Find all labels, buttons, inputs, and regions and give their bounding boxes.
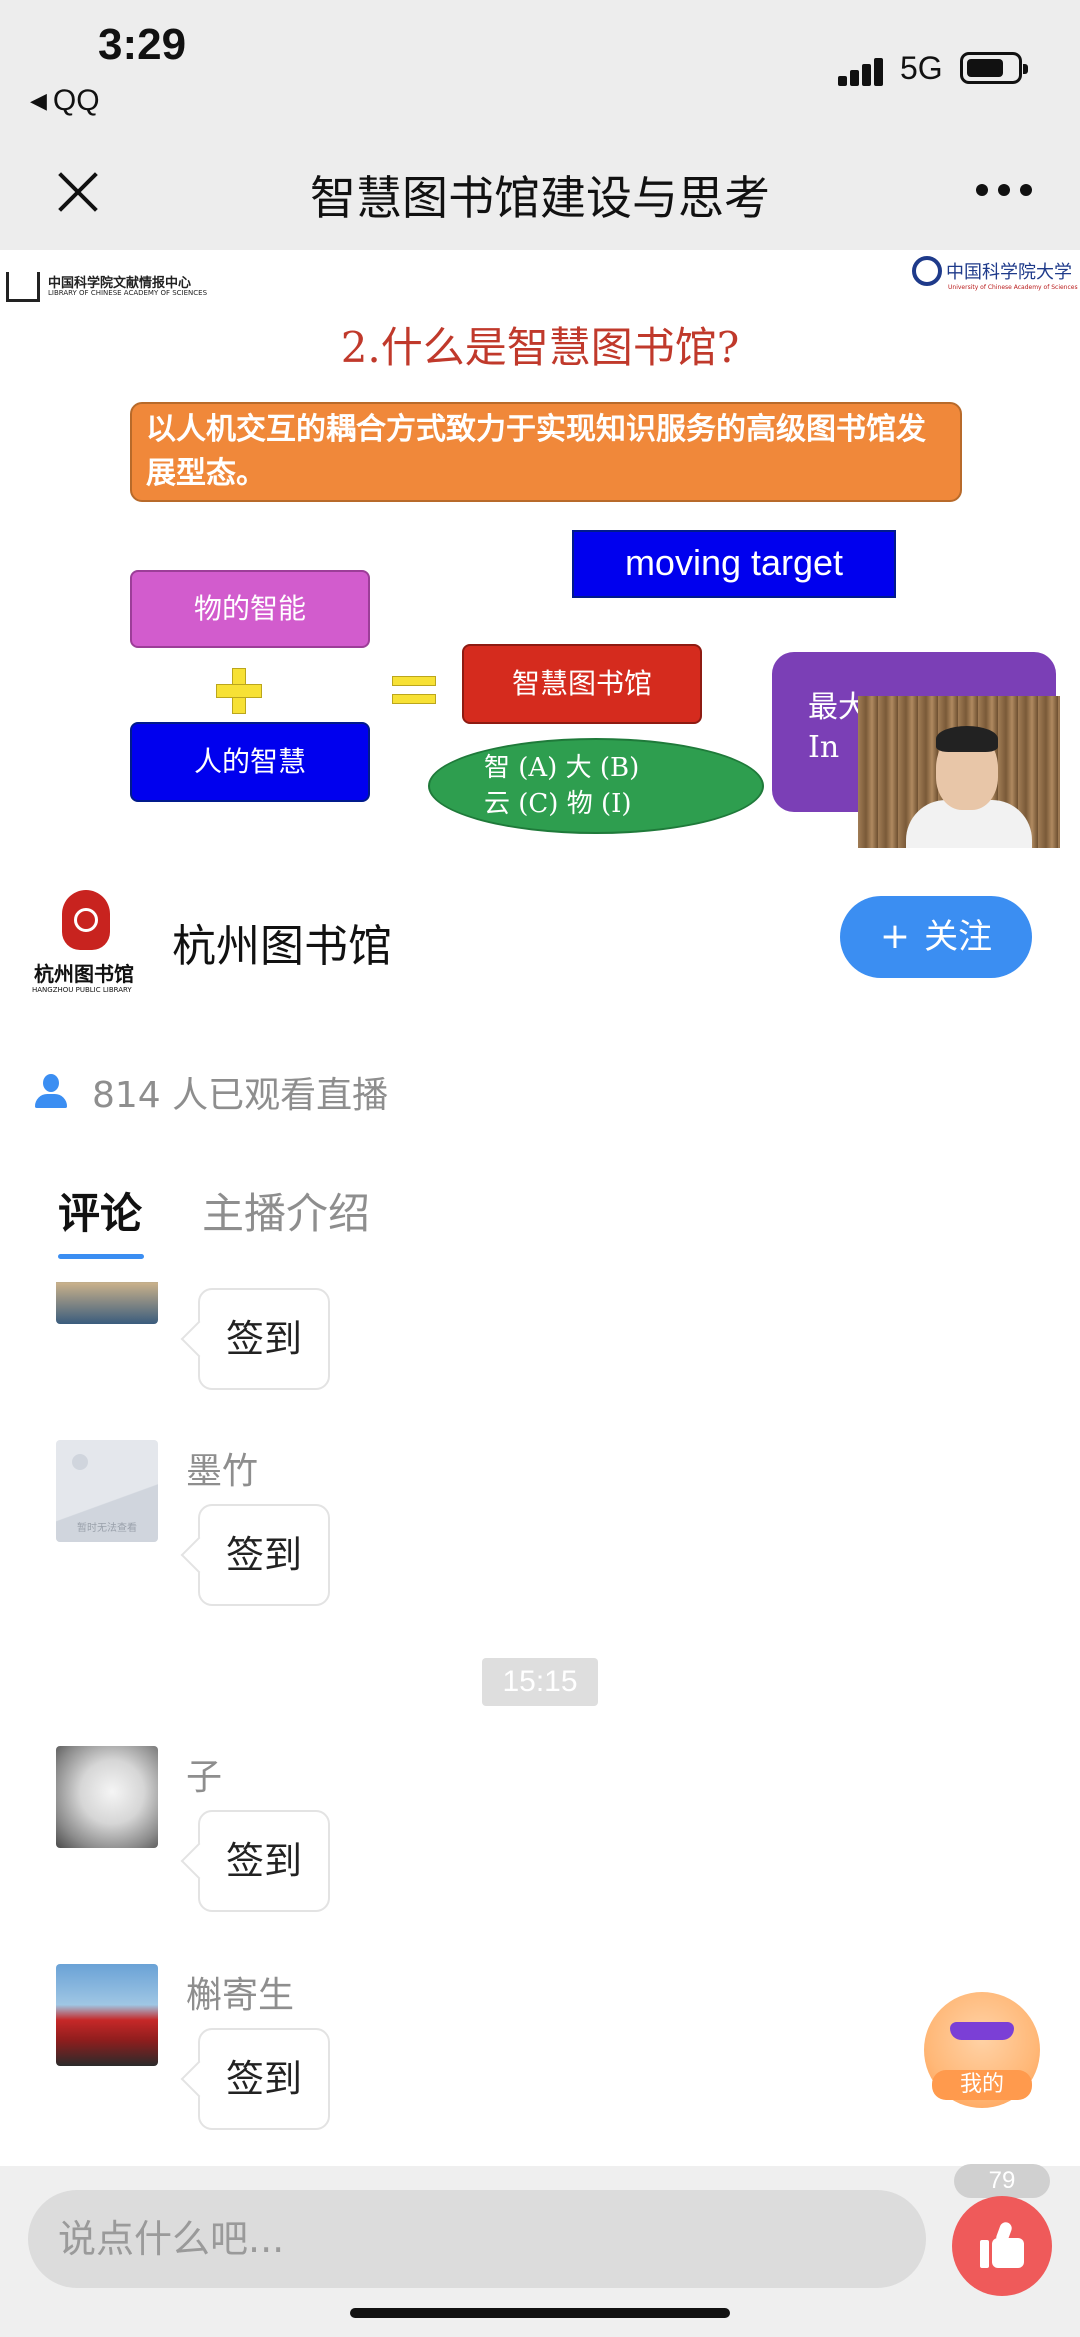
follow-button[interactable]: + 关注 bbox=[840, 896, 1032, 978]
tab-bar: 评论 主播介绍 bbox=[0, 1180, 1080, 1280]
smart-library-box: 智慧图书馆 bbox=[462, 644, 702, 724]
host-profile: 杭州图书馆 HANGZHOU PUBLIC LIBRARY 杭州图书馆 + 关注 bbox=[0, 850, 1080, 1020]
viewer-count-text: 814 人已观看直播 bbox=[92, 1075, 389, 1116]
follow-label: 关注 bbox=[924, 917, 993, 957]
comment-bubble: 签到 bbox=[198, 1288, 330, 1390]
hangzhou-library-logo[interactable]: 杭州图书馆 HANGZHOU PUBLIC LIBRARY bbox=[26, 890, 146, 1002]
cas-library-logo-en: LIBRARY OF CHINESE ACADEMY OF SCIENCES bbox=[48, 289, 208, 297]
host-name[interactable]: 杭州图书馆 bbox=[172, 910, 392, 974]
network-type: 5G bbox=[900, 50, 943, 86]
mine-floating-button[interactable]: 我的 bbox=[924, 1992, 1040, 2108]
comment-author: 槲寄生 bbox=[186, 1975, 295, 2016]
human-wisdom-box: 人的智慧 bbox=[130, 722, 370, 802]
signal-icon bbox=[838, 56, 884, 86]
sunglasses-icon bbox=[950, 2022, 1014, 2040]
back-triangle-icon: ◀ bbox=[30, 88, 47, 113]
thing-intelligence-box: 物的智能 bbox=[130, 570, 370, 648]
comment-bubble: 签到 bbox=[198, 1810, 330, 1912]
avatar[interactable] bbox=[56, 1282, 158, 1324]
nav-bar: 智慧图书馆建设与思考 bbox=[0, 150, 1080, 250]
back-app-label: QQ bbox=[52, 84, 100, 117]
ellipse-line-1: 智 (A) 大 (B) bbox=[484, 753, 640, 783]
time-divider: 15:15 bbox=[482, 1658, 598, 1706]
like-button[interactable] bbox=[952, 2196, 1052, 2296]
comment-author: 子 bbox=[186, 1757, 223, 1798]
ucas-logo-text: 中国科学院大学 bbox=[946, 262, 1072, 283]
battery-icon bbox=[960, 52, 1028, 84]
ellipse-line-2: 云 (C) 物 (I) bbox=[484, 789, 632, 819]
back-to-app-link[interactable]: ◀ QQ bbox=[30, 84, 100, 118]
slide-title: 2.什么是智慧图书馆? bbox=[340, 323, 740, 372]
page-title: 智慧图书馆建设与思考 bbox=[310, 171, 770, 225]
ucas-logo-en: University of Chinese Academy of Science… bbox=[948, 284, 1078, 291]
comment-input-bar: 说点什么吧... 79 bbox=[0, 2164, 1080, 2337]
status-time: 3:29 bbox=[98, 20, 187, 69]
user-icon bbox=[34, 1074, 68, 1110]
logo-cn-text: 杭州图书馆 bbox=[34, 962, 134, 986]
avatar[interactable] bbox=[56, 1964, 158, 2066]
logo-en-text: HANGZHOU PUBLIC LIBRARY bbox=[32, 986, 132, 994]
plus-icon: + bbox=[879, 916, 911, 957]
comment-input[interactable]: 说点什么吧... bbox=[28, 2190, 926, 2288]
status-bar: 3:29 ◀ QQ 5G bbox=[0, 0, 1080, 150]
live-video-player[interactable]: 中国科学院文献情报中心 LIBRARY OF CHINESE ACADEMY O… bbox=[0, 250, 1080, 850]
ucas-logo: 中国科学院大学 University of Chinese Academy of… bbox=[912, 256, 1078, 296]
equals-sign-icon bbox=[392, 676, 436, 706]
moving-target-box: moving target bbox=[572, 530, 896, 598]
tab-comments[interactable]: 评论 bbox=[58, 1180, 142, 1241]
comment-bubble: 签到 bbox=[198, 1504, 330, 1606]
comment-list[interactable]: 签到 暂时无法查看 墨竹 签到 15:15 子 签到 槲寄生 签到 bbox=[0, 1282, 1080, 2170]
plus-sign-icon bbox=[216, 668, 262, 714]
mine-label: 我的 bbox=[932, 2070, 1032, 2100]
cas-library-logo: 中国科学院文献情报中心 LIBRARY OF CHINESE ACADEMY O… bbox=[6, 272, 208, 302]
more-icon[interactable] bbox=[976, 184, 1032, 198]
avatar[interactable]: 暂时无法查看 bbox=[56, 1440, 158, 1542]
home-indicator[interactable] bbox=[350, 2308, 730, 2318]
tab-host-intro[interactable]: 主播介绍 bbox=[202, 1180, 370, 1241]
abci-ellipse: 智 (A) 大 (B) 云 (C) 物 (I) bbox=[428, 738, 764, 834]
active-tab-indicator bbox=[58, 1254, 144, 1259]
avatar[interactable] bbox=[56, 1746, 158, 1848]
like-icon bbox=[980, 2220, 1024, 2268]
like-count-badge: 79 bbox=[954, 2164, 1050, 2198]
comment-bubble: 签到 bbox=[198, 2028, 330, 2130]
slide-definition-box: 以人机交互的耦合方式致力于实现知识服务的高级图书馆发展型态。 bbox=[130, 402, 962, 502]
avatar-caption: 暂时无法查看 bbox=[77, 1523, 137, 1534]
speaker-camera-pip[interactable] bbox=[858, 696, 1060, 848]
comment-author: 墨竹 bbox=[186, 1451, 259, 1492]
